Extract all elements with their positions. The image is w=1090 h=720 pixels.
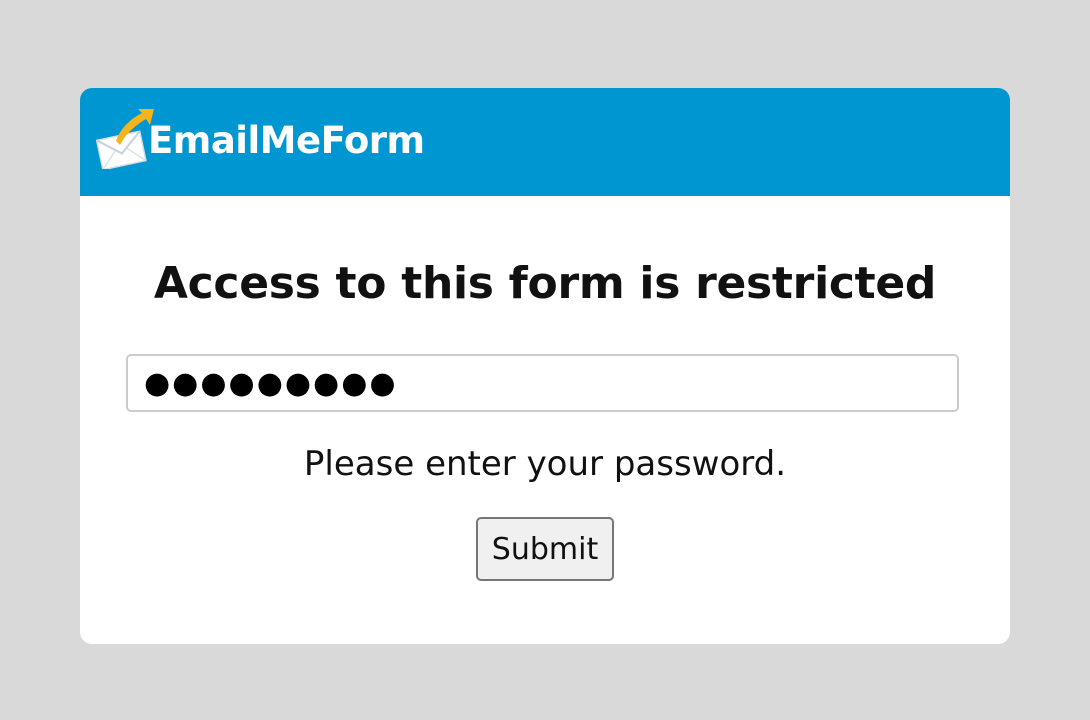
password-field[interactable] xyxy=(126,354,959,412)
envelope-arrow-icon xyxy=(96,107,158,169)
logo: EmailMeForm xyxy=(96,107,425,169)
submit-button[interactable]: Submit xyxy=(476,517,614,581)
login-card: EmailMeForm Access to this form is restr… xyxy=(80,88,1010,644)
password-hint: Please enter your password. xyxy=(303,444,787,484)
card-header: EmailMeForm xyxy=(80,88,1010,196)
page-title: Access to this form is restricted xyxy=(153,258,937,309)
card-body: Access to this form is restricted Please… xyxy=(80,196,1010,644)
logo-text: EmailMeForm xyxy=(148,118,425,162)
